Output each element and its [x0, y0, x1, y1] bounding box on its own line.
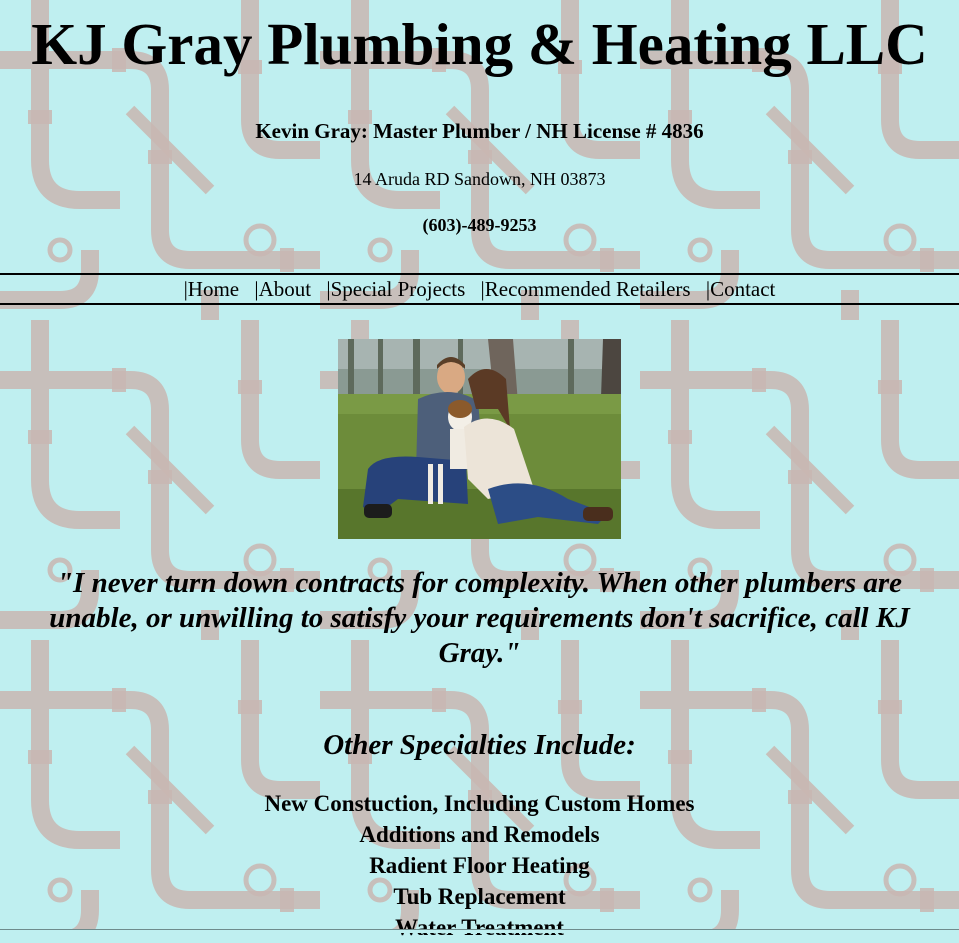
main-nav: |Home |About |Special Projects |Recommen… — [0, 273, 959, 305]
nav-link-about[interactable]: About — [259, 277, 312, 301]
page-content: KJ Gray Plumbing & Heating LLC Kevin Gra… — [0, 0, 959, 236]
family-photo — [338, 339, 621, 539]
owner-license-line: Kevin Gray: Master Plumber / NH License … — [255, 119, 704, 143]
nav-link-special-projects[interactable]: Special Projects — [331, 277, 466, 301]
specialties-heading: Other Specialties Include: — [323, 729, 636, 761]
site-title: KJ Gray Plumbing & Heating LLC — [31, 11, 928, 77]
nav-link-contact[interactable]: Contact — [710, 277, 775, 301]
address-line: 14 Aruda RD Sandown, NH 03873 — [353, 169, 606, 189]
specialty-item: Water Treatment — [395, 915, 564, 940]
specialty-item: Radient Floor Heating — [369, 853, 590, 878]
specialty-item: Additions and Remodels — [359, 822, 600, 847]
owner-quote: "I never turn down contracts for complex… — [49, 567, 910, 669]
specialty-item: New Constuction, Including Custom Homes — [264, 791, 695, 816]
nav-link-recommended-retailers[interactable]: Recommended Retailers — [485, 277, 691, 301]
nav-link-home[interactable]: Home — [188, 277, 239, 301]
specialty-item: Tub Replacement — [393, 884, 566, 909]
phone-number: (603)-489-9253 — [422, 215, 537, 235]
specialties-list: New Constuction, Including Custom Homes … — [0, 788, 959, 943]
family-photo-icon — [338, 339, 621, 539]
window-bottom-edge — [0, 929, 959, 933]
